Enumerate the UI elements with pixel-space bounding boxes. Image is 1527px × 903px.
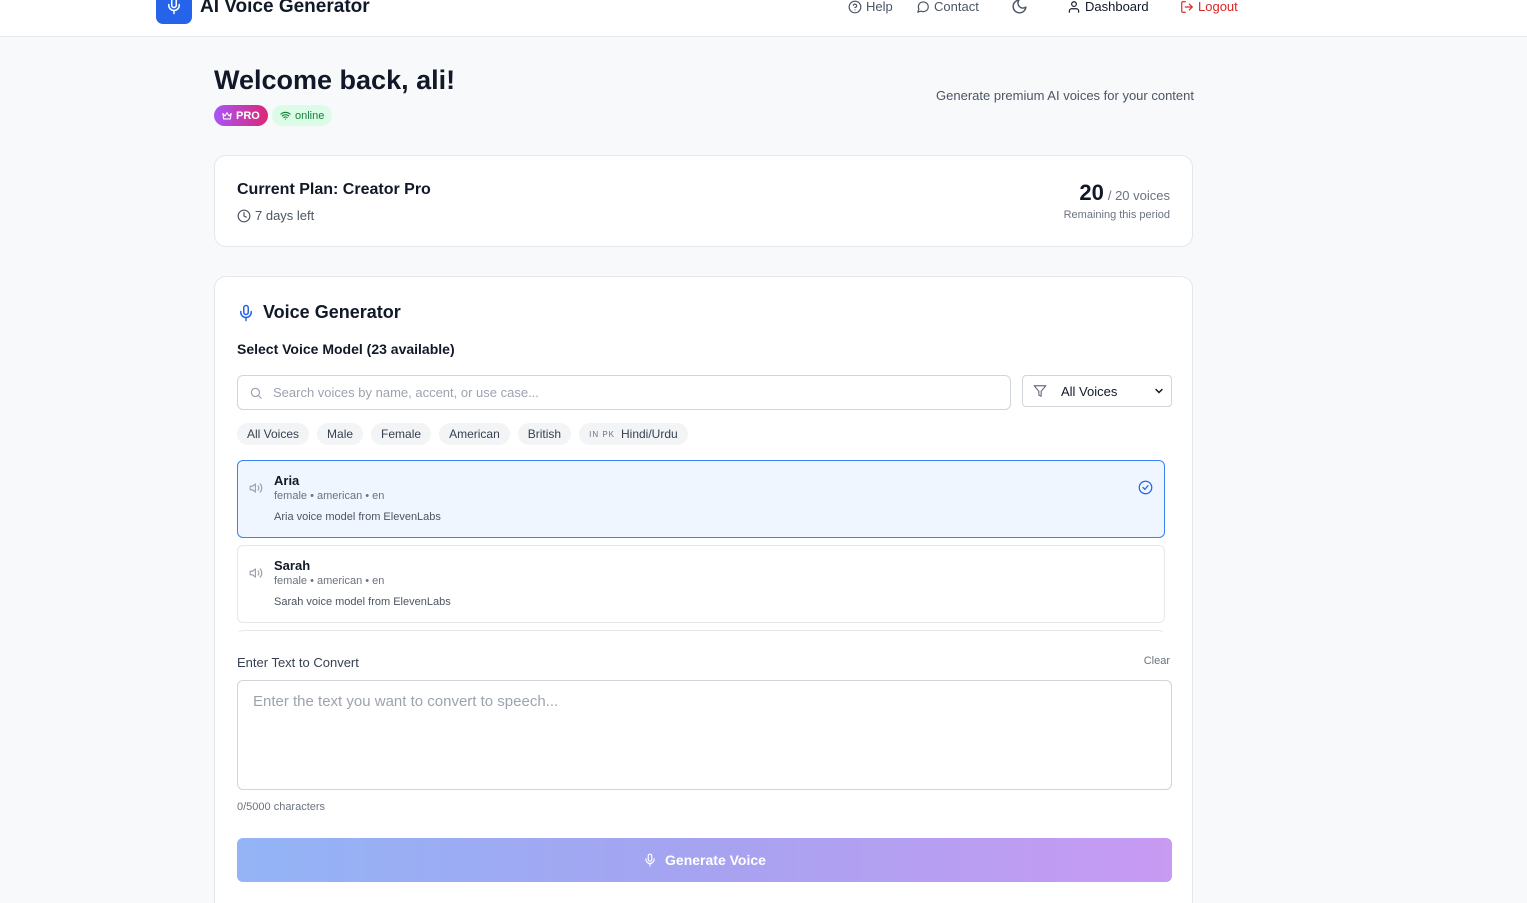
speaker-icon [249,568,263,578]
voice-filter-select[interactable]: All Voices [1022,375,1172,407]
character-count: 0/5000 characters [237,801,326,813]
voice-list: Aria female • american • en Aria voice m… [237,460,1174,632]
theme-toggle-button[interactable] [1011,0,1028,15]
filter-icon [1033,385,1047,397]
voices-remaining: 20 / 20 voices [1079,180,1170,206]
voice-item-aria[interactable]: Aria female • american • en Aria voice m… [237,460,1165,538]
voice-item-next[interactable] [237,630,1165,632]
voice-name: Sarah [274,558,311,573]
chip-hindi-urdu-label: Hindi/Urdu [621,427,678,441]
nav-contact-link[interactable]: Contact [916,0,979,15]
search-icon [250,387,262,399]
nav-contact-label: Contact [934,0,979,14]
wifi-icon [280,111,291,120]
nav-logout-link[interactable]: Logout [1180,0,1238,15]
voice-generator-title-text: Voice Generator [263,302,401,322]
voice-description: Aria voice model from ElevenLabs [274,511,441,523]
voice-generator-title: Voice Generator [237,302,401,323]
chip-flag: IN PK [589,429,615,439]
plan-days-label: 7 days left [255,208,315,223]
plan-days-left: 7 days left [237,208,314,223]
speaker-icon [249,483,263,493]
chevron-down-icon [1155,388,1163,394]
voice-generator-card: Voice Generator Select Voice Model (23 a… [214,276,1193,903]
message-circle-icon [917,1,929,13]
voice-search-input[interactable] [273,385,973,400]
nav-dashboard-label: Dashboard [1085,0,1149,14]
moon-icon [1012,0,1027,14]
nav-dashboard-link[interactable]: Dashboard [1067,0,1149,15]
logout-icon [1181,1,1193,13]
chip-hindi-urdu[interactable]: IN PK Hindi/Urdu [579,423,688,445]
app-title[interactable]: AI Voice Generator [200,0,370,18]
voice-filter-chips: All Voices Male Female American British … [237,423,688,445]
select-voice-label: Select Voice Model (23 available) [237,341,455,357]
nav-help-label: Help [866,0,893,14]
app-logo[interactable] [156,0,192,24]
help-circle-icon [848,0,862,14]
nav-logout-label: Logout [1198,0,1238,14]
voice-search[interactable] [237,375,1011,410]
chip-male[interactable]: Male [317,423,364,445]
chip-american[interactable]: American [439,423,510,445]
text-input-label: Enter Text to Convert [237,655,359,670]
voices-remaining-count: 20 [1079,180,1104,205]
chip-all-voices[interactable]: All Voices [237,423,310,445]
clock-icon [237,209,251,222]
welcome-heading: Welcome back, ali! [214,65,456,95]
nav-help-link[interactable]: Help [848,0,893,15]
voice-meta: female • american • en [274,490,385,502]
chip-female[interactable]: Female [371,423,432,445]
voice-meta: female • american • en [274,575,385,587]
text-to-convert-input[interactable] [237,680,1172,790]
tagline: Generate premium AI voices for your cont… [936,88,1194,103]
generate-voice-button[interactable]: Generate Voice [237,838,1172,882]
plan-card: Current Plan: Creator Pro 7 days left 20… [214,155,1193,247]
voice-item-sarah[interactable]: Sarah female • american • en Sarah voice… [237,545,1165,623]
plan-title: Current Plan: Creator Pro [237,181,431,198]
voice-filter-value: All Voices [1061,383,1118,399]
microphone-icon [645,853,655,867]
voices-remaining-label: Remaining this period [1063,209,1170,221]
check-circle-icon [1138,480,1153,495]
voice-name: Aria [274,473,300,488]
generate-voice-label: Generate Voice [665,852,766,868]
online-status-badge: online [272,105,333,126]
clear-text-button[interactable]: Clear [1144,655,1170,667]
top-navbar: AI Voice Generator Help Contact Dashboar… [0,0,1527,37]
microphone-icon [240,304,252,321]
user-icon [1068,1,1080,13]
voice-description: Sarah voice model from ElevenLabs [274,596,451,608]
chip-british[interactable]: British [517,423,572,445]
online-status-label: online [295,109,325,122]
microphone-icon [168,0,180,15]
pro-badge-label: PRO [236,109,260,122]
crown-icon [222,111,232,119]
voices-total: / 20 voices [1107,188,1170,203]
pro-badge: PRO [214,105,268,126]
